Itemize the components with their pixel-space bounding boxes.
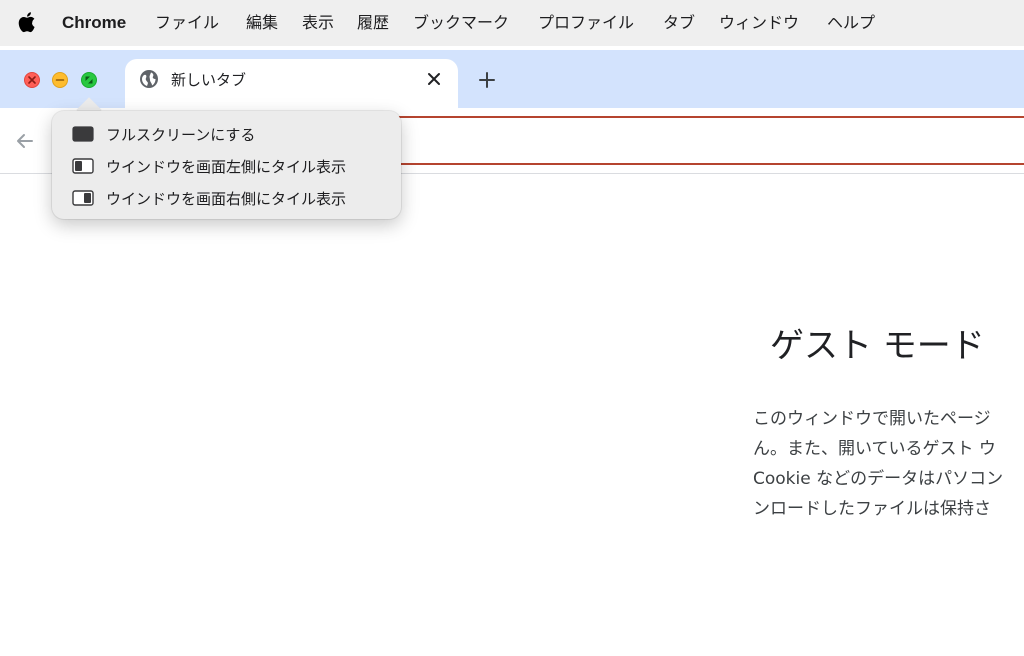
popover-item-tile-right[interactable]: ウインドウを画面右側にタイル表示 bbox=[72, 186, 346, 210]
popover-item-fullscreen[interactable]: フルスクリーンにする bbox=[72, 122, 255, 146]
guest-mode-title: ゲスト モード bbox=[770, 326, 985, 366]
back-arrow-icon[interactable] bbox=[14, 130, 36, 152]
macos-menu-bar: Chrome ファイル 編集 表示 履歴 ブックマーク プロファイル タブ ウィ… bbox=[0, 0, 1024, 46]
window-close-button[interactable] bbox=[24, 72, 40, 88]
window-minimize-button[interactable] bbox=[52, 72, 68, 88]
tab-new-tab[interactable]: 新しいタブ bbox=[125, 59, 458, 108]
menu-view[interactable]: 表示 bbox=[302, 12, 334, 34]
fullscreen-icon bbox=[85, 76, 93, 84]
menu-file[interactable]: ファイル bbox=[155, 12, 219, 34]
menu-app-chrome[interactable]: Chrome bbox=[62, 12, 126, 34]
window-zoom-button[interactable] bbox=[81, 72, 97, 88]
menu-edit[interactable]: 編集 bbox=[246, 12, 278, 34]
menu-bookmarks[interactable]: ブックマーク bbox=[413, 12, 509, 34]
popover-item-tile-left[interactable]: ウインドウを画面左側にタイル表示 bbox=[72, 154, 346, 178]
window-tile-popover: フルスクリーンにする ウインドウを画面左側にタイル表示 ウインドウを画面右側にタ… bbox=[52, 111, 401, 219]
popover-item-label: ウインドウを画面左側にタイル表示 bbox=[106, 157, 347, 176]
tile-right-icon bbox=[72, 190, 94, 206]
guest-description-line: ん。また、開いているゲスト ウ bbox=[753, 439, 996, 459]
fullscreen-window-icon bbox=[72, 126, 94, 142]
menu-history[interactable]: 履歴 bbox=[357, 12, 389, 34]
globe-icon bbox=[140, 70, 158, 88]
tab-close-icon[interactable] bbox=[425, 70, 443, 88]
popover-item-label: フルスクリーンにする bbox=[106, 125, 256, 144]
tab-title: 新しいタブ bbox=[171, 71, 247, 89]
address-bar[interactable] bbox=[398, 116, 1024, 165]
close-icon bbox=[28, 76, 36, 84]
guest-description-line: Cookie などのデータはパソコン bbox=[753, 469, 1004, 489]
apple-logo-icon[interactable] bbox=[17, 10, 39, 34]
tile-left-icon bbox=[72, 158, 94, 174]
menu-help[interactable]: ヘルプ bbox=[827, 12, 875, 34]
menu-tab[interactable]: タブ bbox=[663, 12, 695, 34]
new-tab-plus-icon[interactable] bbox=[476, 69, 498, 91]
menu-window[interactable]: ウィンドウ bbox=[719, 12, 799, 34]
guest-description-line: このウィンドウで開いたページ bbox=[753, 409, 991, 429]
popover-item-label: ウインドウを画面右側にタイル表示 bbox=[106, 189, 347, 208]
menu-profiles[interactable]: プロファイル bbox=[538, 12, 634, 34]
minimize-icon bbox=[55, 79, 65, 81]
guest-description-line: ンロードしたファイルは保持さ bbox=[753, 499, 991, 519]
